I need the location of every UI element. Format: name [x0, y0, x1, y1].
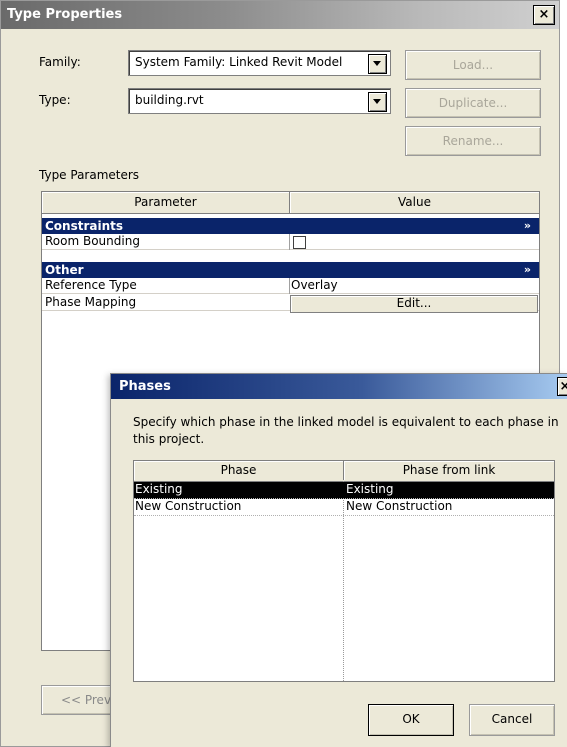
type-properties-close-button[interactable]: ×	[533, 5, 555, 25]
ok-button[interactable]: OK	[368, 704, 454, 736]
phases-description: Specify which phase in the linked model …	[133, 415, 559, 446]
phase-row[interactable]: New Construction New Construction	[134, 499, 554, 516]
type-value: building.rvt	[135, 93, 204, 107]
family-dropdown[interactable]: System Family: Linked Revit Model	[128, 50, 391, 76]
column-header-value[interactable]: Value	[290, 192, 539, 213]
parameter-value[interactable]: Overlay	[291, 278, 338, 293]
column-divider	[289, 234, 290, 250]
grid-header: Phase Phase from link	[134, 461, 554, 482]
room-bounding-checkbox[interactable]	[293, 236, 306, 249]
type-label: Type:	[39, 93, 71, 107]
phase-name: Existing	[135, 482, 183, 496]
phase-from-link-select[interactable]: New Construction	[346, 499, 452, 514]
type-parameters-label: Type Parameters	[39, 168, 140, 182]
type-dropdown[interactable]: building.rvt	[128, 88, 391, 114]
parameter-row[interactable]: Phase Mapping Edit...	[42, 295, 539, 313]
column-divider	[289, 278, 290, 294]
group-label: Other	[45, 263, 84, 277]
chevron-down-icon[interactable]	[368, 54, 387, 74]
cancel-button[interactable]: Cancel	[469, 704, 555, 736]
column-header-parameter[interactable]: Parameter	[42, 192, 290, 213]
parameter-row[interactable]: Room Bounding	[42, 234, 539, 250]
rename-button[interactable]: Rename...	[405, 126, 541, 156]
chevron-down-icon[interactable]	[368, 92, 387, 112]
phase-row[interactable]: Existing Existing	[134, 482, 554, 499]
group-header-other[interactable]: Other »	[42, 262, 539, 278]
type-properties-title: Type Properties	[1, 1, 559, 29]
phases-title: Phases	[111, 374, 567, 399]
parameter-row[interactable]: Reference Type Overlay	[42, 278, 539, 294]
load-button[interactable]: Load...	[405, 50, 541, 80]
phase-name: New Construction	[135, 499, 242, 513]
duplicate-button[interactable]: Duplicate...	[405, 88, 541, 118]
group-header-constraints[interactable]: Constraints »	[42, 218, 539, 234]
family-value: System Family: Linked Revit Model	[135, 55, 343, 69]
family-label: Family:	[39, 55, 81, 69]
collapse-icon[interactable]: »	[524, 262, 531, 278]
grid-header: Parameter Value	[42, 192, 539, 214]
phase-from-link-select[interactable]: Existing	[346, 482, 394, 497]
group-label: Constraints	[45, 219, 124, 233]
phases-close-button[interactable]: ×	[557, 377, 567, 396]
column-header-phase-from-link[interactable]: Phase from link	[344, 461, 554, 480]
parameter-name: Reference Type	[45, 278, 137, 292]
phases-dialog: Phases × Specify which phase in the link…	[110, 373, 567, 747]
collapse-icon[interactable]: »	[524, 218, 531, 234]
parameter-name: Room Bounding	[45, 234, 140, 248]
parameter-name: Phase Mapping	[45, 295, 137, 309]
column-header-phase[interactable]: Phase	[134, 461, 344, 480]
phase-mapping-edit-button[interactable]: Edit...	[290, 295, 538, 313]
phase-mapping-grid: Phase Phase from link Existing Existing …	[133, 460, 555, 682]
